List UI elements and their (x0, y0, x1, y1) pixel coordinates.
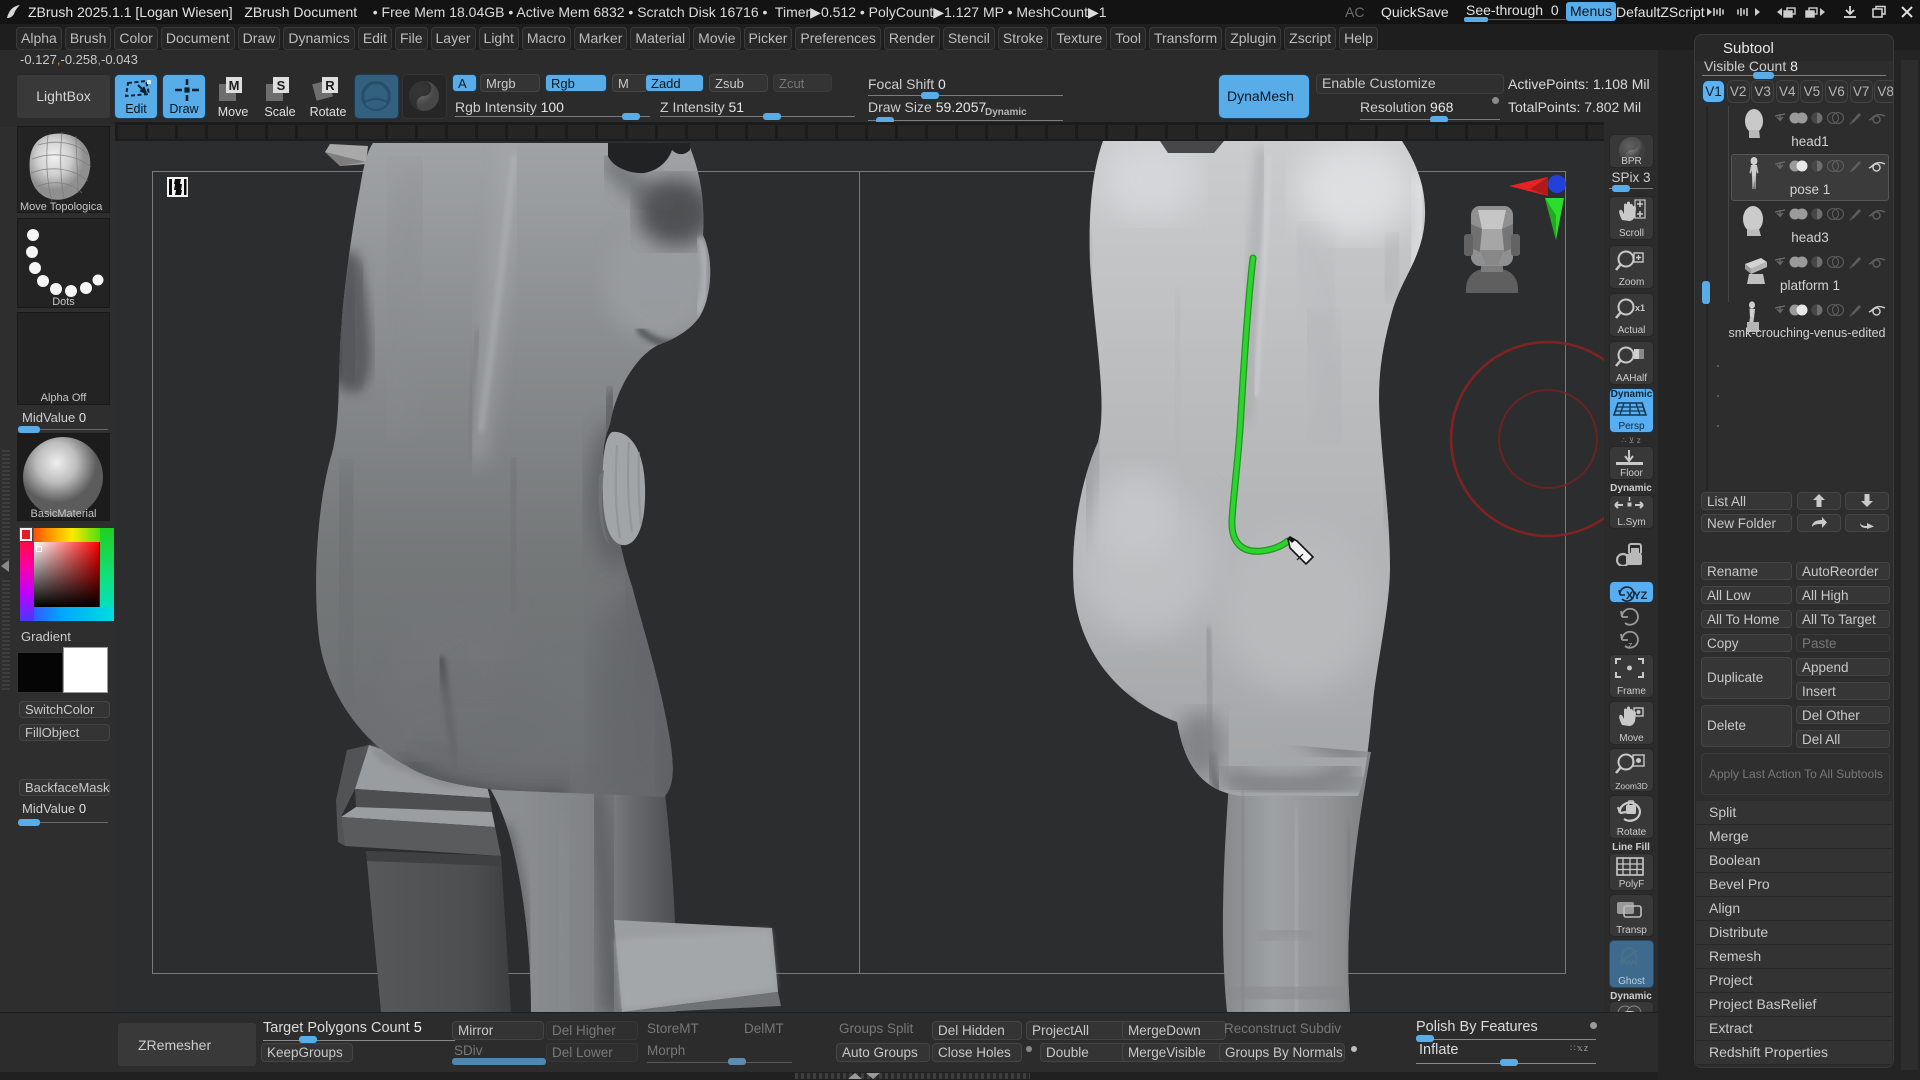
svg-text:R: R (325, 78, 335, 93)
svg-text:M: M (229, 78, 240, 93)
svg-text:XYZ: XYZ (1626, 590, 1648, 602)
svg-text:S: S (277, 78, 286, 93)
svg-text:x1: x1 (1635, 303, 1645, 313)
svg-text:z: z (1628, 640, 1633, 650)
